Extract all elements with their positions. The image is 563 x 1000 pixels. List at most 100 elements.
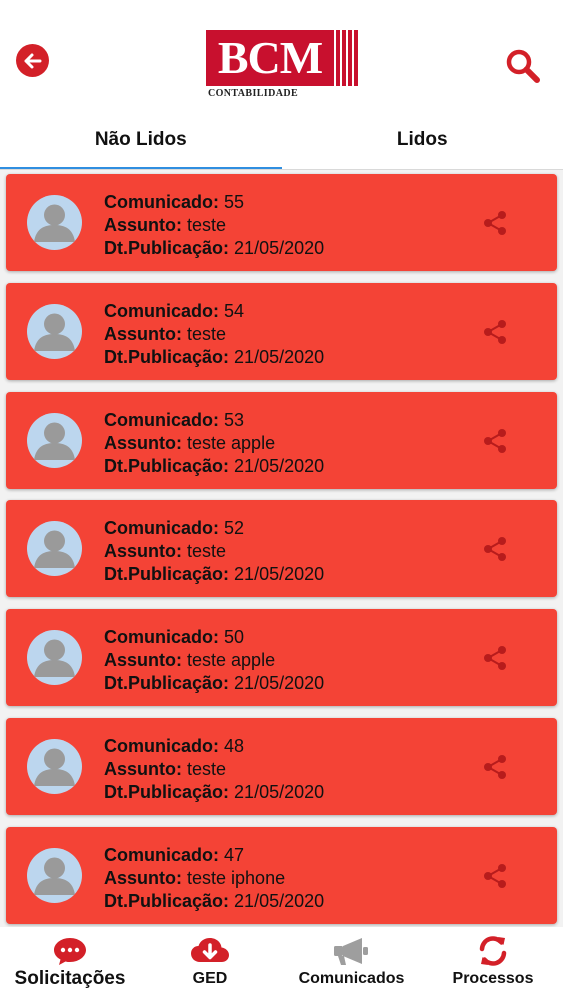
assunto-value: teste apple: [187, 433, 276, 453]
nav-label: Comunicados: [298, 970, 405, 987]
tab-label: Lidos: [396, 129, 448, 150]
app-root: BCM CONTABILIDADE Não Lidos Lidos Comuni…: [0, 0, 563, 1000]
publicacao-label: Dt.Publicação:: [104, 564, 230, 584]
publicacao-value: 21/05/2020: [234, 891, 325, 911]
share-icon[interactable]: [481, 644, 509, 672]
item-details: Comunicado: 53 Assunto: teste apple Dt.P…: [104, 409, 324, 478]
megaphone-icon: [332, 934, 372, 968]
comunicado-label: Comunicado:: [104, 192, 219, 212]
list-item[interactable]: Comunicado: 52 Assunto: teste Dt.Publica…: [6, 500, 557, 597]
publicacao-label: Dt.Publicação:: [104, 347, 230, 367]
bcm-logo: BCM CONTABILIDADE: [206, 30, 358, 102]
publicacao-value: 21/05/2020: [234, 564, 325, 584]
publicacao-value: 21/05/2020: [234, 347, 325, 367]
comunicado-value: 52: [224, 518, 245, 538]
share-icon[interactable]: [481, 753, 509, 781]
user-placeholder-icon: [34, 857, 75, 895]
assunto-value: teste apple: [187, 650, 276, 670]
nav-label: Processos: [452, 970, 534, 987]
list-item[interactable]: Comunicado: 54 Assunto: teste Dt.Publica…: [6, 283, 557, 380]
publicacao-value: 21/05/2020: [234, 456, 325, 476]
comunicado-value: 47: [224, 845, 245, 865]
user-placeholder-icon: [34, 530, 75, 568]
publicacao-value: 21/05/2020: [234, 238, 325, 258]
share-icon[interactable]: [481, 209, 509, 237]
publicacao-label: Dt.Publicação:: [104, 238, 230, 258]
tab-lidos[interactable]: Lidos: [282, 110, 563, 170]
list-item[interactable]: Comunicado: 47 Assunto: teste iphone Dt.…: [6, 827, 557, 924]
avatar: [27, 195, 82, 250]
publicacao-value: 21/05/2020: [234, 673, 325, 693]
share-icon[interactable]: [481, 427, 509, 455]
chat-bubble-icon: [52, 934, 88, 968]
assunto-label: Assunto:: [104, 759, 182, 779]
comunicado-value: 53: [224, 410, 245, 430]
comunicado-value: 55: [224, 192, 245, 212]
item-details: Comunicado: 54 Assunto: teste Dt.Publica…: [104, 300, 324, 369]
bottom-nav: Solicitações GED Comunicados Processos: [0, 927, 563, 1000]
assunto-label: Assunto:: [104, 868, 182, 888]
nav-solicitacoes[interactable]: Solicitações: [0, 927, 140, 1000]
assunto-value: teste: [187, 324, 227, 344]
avatar: [27, 630, 82, 685]
assunto-label: Assunto:: [104, 324, 182, 344]
user-placeholder-icon: [34, 313, 75, 351]
share-icon[interactable]: [481, 535, 509, 563]
list-item[interactable]: Comunicado: 50 Assunto: teste apple Dt.P…: [6, 609, 557, 706]
tab-nao-lidos[interactable]: Não Lidos: [0, 110, 282, 170]
tab-label: Não Lidos: [94, 129, 187, 150]
comunicado-label: Comunicado:: [104, 845, 219, 865]
tab-bar: Não Lidos Lidos: [0, 110, 563, 170]
assunto-label: Assunto:: [104, 433, 182, 453]
nav-ged[interactable]: GED: [140, 927, 280, 1000]
avatar: [27, 413, 82, 468]
nav-label: Solicitações: [14, 968, 126, 989]
avatar: [27, 848, 82, 903]
nav-label: GED: [192, 970, 228, 987]
list-item[interactable]: Comunicado: 55 Assunto: teste Dt.Publica…: [6, 174, 557, 271]
search-icon: [506, 49, 540, 83]
comunicado-value: 48: [224, 736, 245, 756]
logo-subtitle: CONTABILIDADE: [208, 88, 299, 99]
share-icon[interactable]: [481, 862, 509, 890]
nav-processos[interactable]: Processos: [423, 927, 563, 1000]
publicacao-label: Dt.Publicação:: [104, 456, 230, 476]
assunto-value: teste: [187, 541, 227, 561]
logo-bars: [336, 30, 358, 86]
comunicado-value: 54: [224, 301, 245, 321]
publicacao-value: 21/05/2020: [234, 782, 325, 802]
avatar: [27, 521, 82, 576]
assunto-label: Assunto:: [104, 541, 182, 561]
user-placeholder-icon: [34, 204, 75, 242]
user-placeholder-icon: [34, 639, 75, 677]
assunto-value: teste iphone: [187, 868, 286, 888]
share-icon[interactable]: [481, 318, 509, 346]
app-header: BCM CONTABILIDADE: [0, 0, 563, 110]
item-details: Comunicado: 52 Assunto: teste Dt.Publica…: [104, 517, 324, 586]
list-item[interactable]: Comunicado: 48 Assunto: teste Dt.Publica…: [6, 718, 557, 815]
comunicado-label: Comunicado:: [104, 518, 219, 538]
comunicado-label: Comunicado:: [104, 627, 219, 647]
assunto-value: teste: [187, 215, 227, 235]
item-details: Comunicado: 48 Assunto: teste Dt.Publica…: [104, 735, 324, 804]
comunicados-list[interactable]: Comunicado: 55 Assunto: teste Dt.Publica…: [0, 170, 563, 927]
user-placeholder-icon: [34, 422, 75, 460]
list-item[interactable]: Comunicado: 53 Assunto: teste apple Dt.P…: [6, 392, 557, 489]
search-button[interactable]: [505, 48, 541, 84]
comunicado-label: Comunicado:: [104, 736, 219, 756]
avatar: [27, 304, 82, 359]
nav-comunicados[interactable]: Comunicados: [280, 927, 423, 1000]
cloud-download-icon: [189, 934, 231, 968]
item-details: Comunicado: 47 Assunto: teste iphone Dt.…: [104, 844, 324, 913]
avatar: [27, 739, 82, 794]
publicacao-label: Dt.Publicação:: [104, 891, 230, 911]
user-placeholder-icon: [34, 748, 75, 786]
comunicado-label: Comunicado:: [104, 410, 219, 430]
assunto-value: teste: [187, 759, 227, 779]
comunicado-label: Comunicado:: [104, 301, 219, 321]
assunto-label: Assunto:: [104, 215, 182, 235]
assunto-label: Assunto:: [104, 650, 182, 670]
arrow-left-icon: [24, 53, 41, 68]
publicacao-label: Dt.Publicação:: [104, 782, 230, 802]
back-button[interactable]: [16, 44, 49, 77]
